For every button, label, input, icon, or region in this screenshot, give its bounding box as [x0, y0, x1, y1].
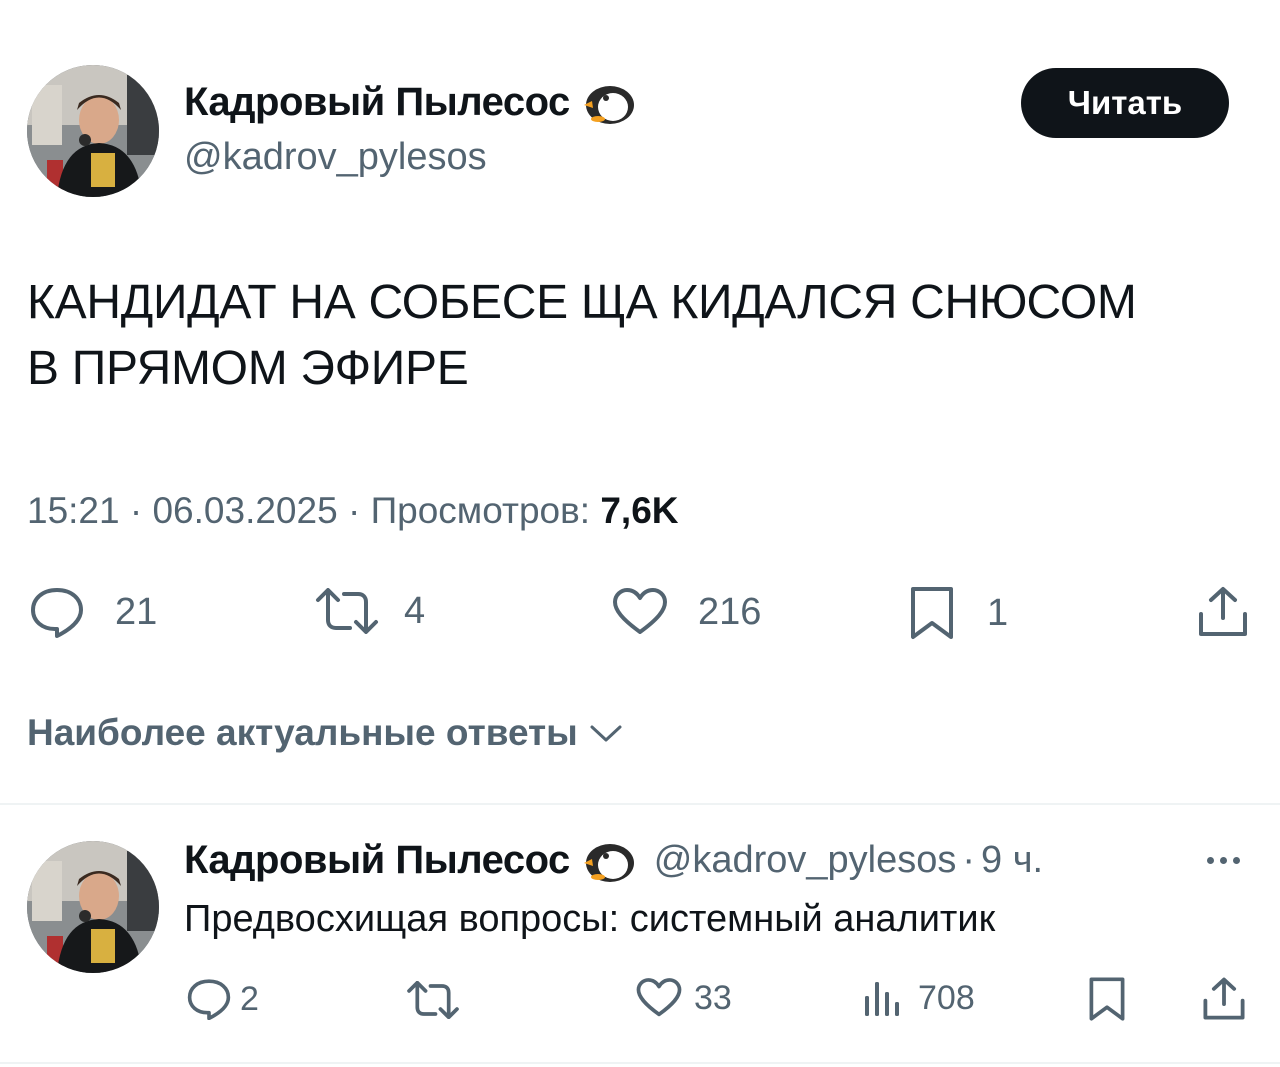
- views-count: 7,6K: [600, 490, 679, 531]
- tweet-meta: 15:21 · 06.03.2025 · Просмотров: 7,6K: [27, 490, 679, 532]
- replies-sort-toggle[interactable]: Наиболее актуальные ответы: [27, 712, 624, 754]
- reply-icon: [187, 979, 231, 1020]
- avatar-photo: [27, 65, 159, 197]
- author-display-name[interactable]: Кадровый Пылесос: [184, 80, 570, 125]
- reply-time-ago[interactable]: 9 ч.: [981, 839, 1043, 882]
- author-avatar[interactable]: [27, 65, 159, 197]
- views-chart-icon: [865, 982, 899, 1016]
- follow-button[interactable]: Читать: [1021, 68, 1229, 138]
- retweet-action[interactable]: 4: [314, 588, 425, 634]
- reply-icon: [31, 588, 83, 638]
- views-label: Просмотров:: [370, 490, 601, 531]
- share-action[interactable]: [1197, 586, 1249, 638]
- reply-share-action[interactable]: [1202, 977, 1246, 1021]
- reply-views-action[interactable]: 708: [862, 978, 975, 1018]
- reply-views-count: 708: [918, 978, 975, 1017]
- heart-icon: [636, 978, 682, 1017]
- tweet-date[interactable]: 06.03.2025: [152, 490, 337, 531]
- reply-like-action[interactable]: 33: [636, 978, 732, 1018]
- heart-icon: [613, 588, 667, 634]
- penguin-icon: [583, 839, 636, 883]
- tweet-text: КАНДИДАТ НА СОБЕСЕ ЩА КИДАЛСЯ СНЮСОМ В П…: [27, 270, 1257, 402]
- section-divider: [0, 803, 1280, 805]
- dot: [1207, 857, 1214, 864]
- retweet-icon: [407, 981, 459, 1019]
- reply-action[interactable]: 21: [29, 586, 157, 638]
- meta-separator: ·: [337, 490, 371, 531]
- author-handle[interactable]: @kadrov_pylesos: [184, 136, 487, 179]
- reply-author-row: Кадровый Пылесос @kadrov_pylesos · 9 ч.: [184, 838, 1043, 883]
- reply-like-count: 33: [694, 978, 732, 1017]
- more-options-icon[interactable]: [1207, 857, 1240, 864]
- meta-separator: ·: [119, 490, 153, 531]
- bookmark-action[interactable]: 1: [909, 585, 1008, 641]
- meta-separator: ·: [962, 839, 976, 881]
- like-count: 216: [698, 590, 762, 633]
- avatar-photo: [27, 841, 159, 973]
- chevron-down-icon: [590, 725, 622, 742]
- replies-sort-label: Наиболее актуальные ответы: [27, 712, 578, 753]
- like-action[interactable]: 216: [612, 588, 761, 636]
- reply-author-avatar[interactable]: [27, 841, 159, 973]
- retweet-icon: [316, 588, 378, 634]
- bookmark-icon: [911, 587, 953, 639]
- share-icon: [1199, 587, 1247, 636]
- tweet-time[interactable]: 15:21: [27, 490, 120, 531]
- reply-author-handle[interactable]: @kadrov_pylesos: [654, 839, 957, 882]
- author-name-row[interactable]: Кадровый Пылесос: [184, 80, 636, 125]
- bookmark-count: 1: [987, 591, 1009, 634]
- tweet-text-line: КАНДИДАТ НА СОБЕСЕ ЩА КИДАЛСЯ СНЮСОМ: [27, 276, 1137, 329]
- reply-bookmark-action[interactable]: [1088, 976, 1126, 1022]
- reply-author-display-name[interactable]: Кадровый Пылесос: [184, 838, 570, 883]
- bookmark-icon: [1089, 977, 1125, 1021]
- reply-text: Предвосхищая вопросы: системный аналитик: [184, 898, 996, 940]
- reply-count: 21: [115, 590, 158, 633]
- retweet-count: 4: [404, 589, 426, 632]
- dot: [1220, 857, 1227, 864]
- reply-reply-action[interactable]: 2: [186, 978, 259, 1020]
- penguin-icon: [583, 81, 636, 125]
- reply-reply-count: 2: [240, 979, 259, 1018]
- tweet-text-line: В ПРЯМОМ ЭФИРЕ: [27, 342, 469, 395]
- reply-retweet-action[interactable]: [405, 981, 461, 1019]
- bottom-divider: [0, 1062, 1280, 1064]
- share-icon: [1203, 977, 1245, 1020]
- dot: [1233, 857, 1240, 864]
